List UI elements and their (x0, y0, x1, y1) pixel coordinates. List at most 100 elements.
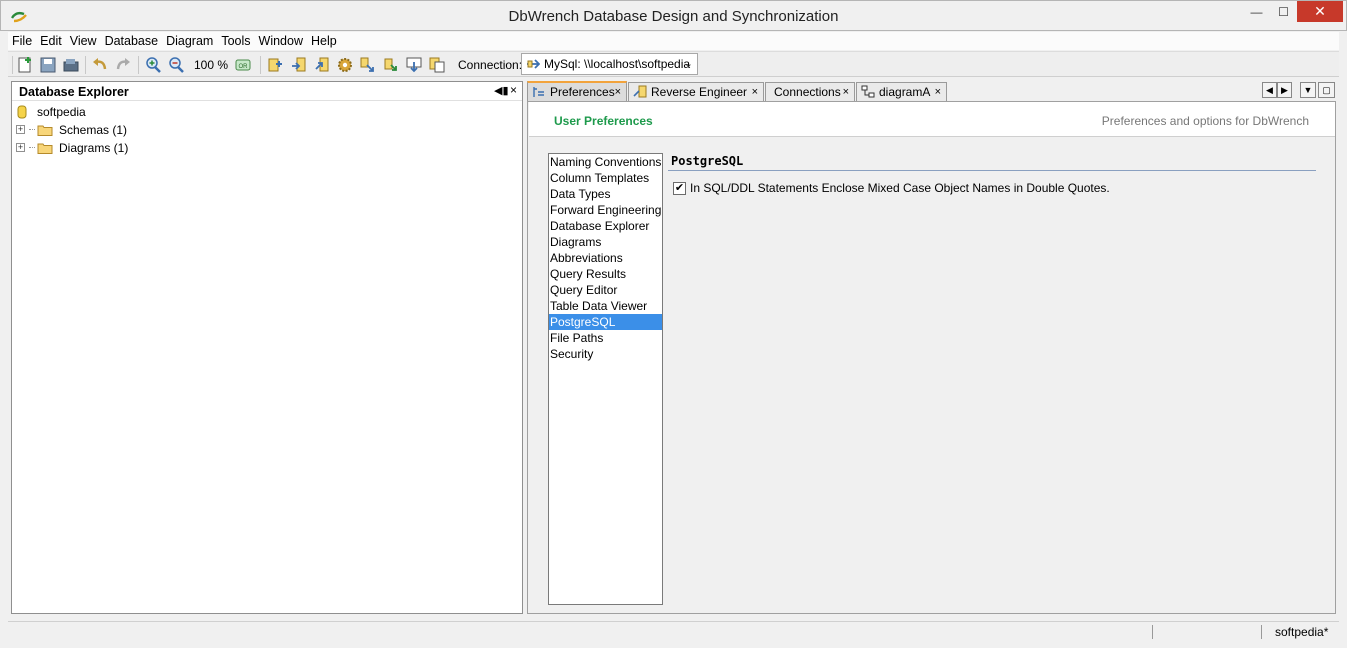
preferences-header: User Preferences Preferences and options… (529, 102, 1335, 137)
maximize-editor-icon[interactable]: ▢ (1318, 82, 1335, 98)
menu-tools[interactable]: Tools (217, 34, 254, 48)
tree-connector (29, 147, 35, 148)
menu-help[interactable]: Help (307, 34, 341, 48)
database-icon (17, 105, 27, 118)
maximize-button[interactable]: ☐ (1270, 1, 1297, 22)
menu-diagram[interactable]: Diagram (162, 34, 217, 48)
settings-gear-icon[interactable] (336, 56, 354, 74)
status-separator (1152, 625, 1153, 639)
tab-list-dropdown-icon[interactable]: ▼ (1300, 82, 1316, 98)
sync-icon[interactable] (266, 56, 284, 74)
check-icon: ✔ (674, 181, 685, 194)
tab-diagrama[interactable]: diagramA × (856, 82, 947, 101)
zoom-in-icon[interactable] (144, 56, 162, 74)
tree-connector (29, 129, 35, 130)
tab-close-icon[interactable]: × (752, 86, 758, 98)
preferences-subtitle: Preferences and options for DbWrench (1101, 114, 1309, 128)
minimize-button[interactable]: — (1243, 1, 1270, 22)
tree-root[interactable]: softpedia (17, 103, 86, 120)
preferences-title: User Preferences (554, 114, 653, 128)
close-panel-icon[interactable]: × (510, 83, 517, 97)
pref-category-diagrams[interactable]: Diagrams (549, 234, 662, 250)
option-label: In SQL/DDL Statements Enclose Mixed Case… (690, 181, 1110, 195)
tab-label: Connections (774, 85, 841, 99)
zoom-reset-icon[interactable]: OR (234, 56, 252, 74)
tab-preferences[interactable]: Preferences × (527, 81, 627, 101)
toolbar-separator (260, 56, 261, 74)
copy-icon[interactable] (428, 56, 446, 74)
folder-icon (37, 125, 53, 136)
reverse-engineer-icon (633, 85, 647, 98)
section-title: PostgreSQL (671, 154, 744, 168)
tab-connections[interactable]: Connections × (765, 82, 855, 101)
diagram-icon (861, 85, 875, 98)
chevron-down-icon[interactable]: ⌄ (684, 57, 693, 70)
preferences-category-list: Naming Conventions Column Templates Data T… (548, 153, 663, 605)
editor-tab-strip: Preferences × Reverse Engineer × Connect… (527, 81, 1339, 101)
redo-icon[interactable] (114, 56, 132, 74)
tab-reverse-engineer[interactable]: Reverse Engineer × (628, 82, 764, 101)
pref-category-security[interactable]: Security (549, 346, 662, 362)
minimize-panel-icon[interactable]: ◀▮ (494, 84, 509, 97)
quote-mixed-case-option[interactable]: ✔ In SQL/DDL Statements Enclose Mixed Ca… (673, 181, 1110, 195)
scroll-right-icon[interactable]: ▶ (1277, 82, 1292, 98)
import-icon[interactable] (290, 56, 308, 74)
menu-view[interactable]: View (66, 34, 101, 48)
close-button[interactable]: ✕ (1297, 1, 1343, 22)
status-bar: softpedia* (8, 621, 1339, 641)
tab-close-icon[interactable]: × (843, 86, 849, 98)
open-icon[interactable] (62, 56, 80, 74)
tree-node-label: Diagrams (1) (59, 140, 129, 155)
pref-category-forward-engineering[interactable]: Forward Engineering (549, 202, 662, 218)
status-separator (1261, 625, 1262, 639)
expand-icon[interactable]: + (16, 143, 25, 152)
pref-category-naming-conventions[interactable]: Naming Conventions (549, 154, 662, 170)
transfer-icon[interactable] (359, 56, 377, 74)
menu-file[interactable]: File (8, 34, 36, 48)
tab-close-icon[interactable]: × (615, 86, 621, 98)
zoom-level[interactable]: 100 % (194, 58, 228, 72)
connection-select[interactable]: MySql: \\localhost\softpedia ⌄ (521, 53, 698, 75)
expand-icon[interactable]: + (16, 125, 25, 134)
pref-category-column-templates[interactable]: Column Templates (549, 170, 662, 186)
tab-label: Preferences (550, 85, 615, 99)
menu-edit[interactable]: Edit (36, 34, 66, 48)
pref-category-file-paths[interactable]: File Paths (549, 330, 662, 346)
quote-mixed-case-checkbox[interactable]: ✔ (673, 181, 686, 195)
pref-category-database-explorer[interactable]: Database Explorer (549, 218, 662, 234)
download-icon[interactable] (405, 56, 423, 74)
toolbar-separator (138, 56, 139, 74)
pref-category-query-results[interactable]: Query Results (549, 266, 662, 282)
title-bar: DbWrench Database Design and Synchroniza… (0, 0, 1347, 31)
menu-bar: File Edit View Database Diagram Tools Wi… (8, 32, 1339, 50)
menu-window[interactable]: Window (255, 34, 307, 48)
pref-category-table-data-viewer[interactable]: Table Data Viewer (549, 298, 662, 314)
new-icon[interactable] (16, 56, 34, 74)
pref-category-postgresql[interactable]: PostgreSQL (549, 314, 662, 330)
tree-root-label: softpedia (37, 104, 86, 119)
folder-icon (37, 143, 53, 154)
mysql-connection-icon (527, 59, 540, 69)
pref-category-abbreviations[interactable]: Abbreviations (549, 250, 662, 266)
svg-text:OR: OR (239, 64, 249, 70)
undo-icon[interactable] (91, 56, 109, 74)
connection-label: Connection: (458, 58, 523, 72)
zoom-out-icon[interactable] (167, 56, 185, 74)
database-explorer-panel: Database Explorer ◀▮ × softpedia + Schem… (11, 81, 523, 614)
scroll-left-icon[interactable]: ◀ (1262, 82, 1277, 98)
tree-node-schemas[interactable]: + Schemas (1) (16, 121, 127, 138)
save-icon[interactable] (39, 56, 57, 74)
pref-category-query-editor[interactable]: Query Editor (549, 282, 662, 298)
compare-icon[interactable] (382, 56, 400, 74)
toolbar: 100 % OR Connection: MySql: \\localhost\… (8, 51, 1339, 77)
explorer-header: Database Explorer ◀▮ × (12, 82, 522, 101)
export-icon[interactable] (313, 56, 331, 74)
menu-database[interactable]: Database (101, 34, 163, 48)
status-text: softpedia* (1275, 625, 1329, 639)
window-title: DbWrench Database Design and Synchroniza… (508, 8, 839, 25)
tree-node-diagrams[interactable]: + Diagrams (1) (16, 139, 128, 156)
pref-category-data-types[interactable]: Data Types (549, 186, 662, 202)
tab-close-icon[interactable]: × (935, 86, 941, 98)
section-divider (668, 170, 1316, 171)
explorer-title: Database Explorer (19, 85, 129, 99)
